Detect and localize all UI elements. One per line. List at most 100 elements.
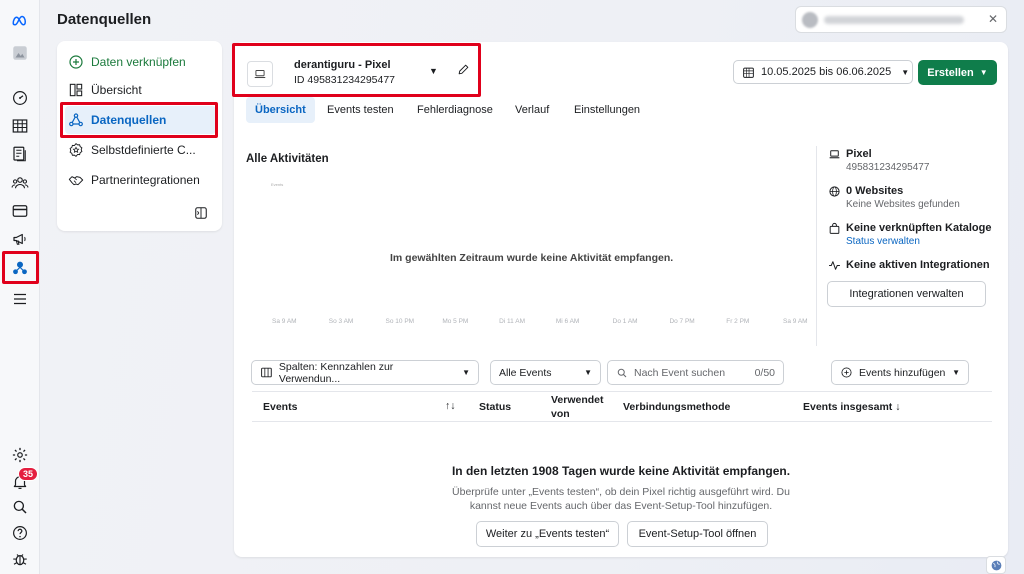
manage-status-link[interactable]: Status verwalten	[846, 236, 991, 247]
chart-x-tick: Fr 2 PM	[726, 318, 750, 325]
chart-x-tick: Sa 9 AM	[272, 318, 297, 325]
info-integrations: Keine aktiven Integrationen	[828, 259, 990, 272]
events-filter-select[interactable]: Alle Events ▼	[490, 360, 601, 385]
columns-select-label: Spalten: Kennzahlen zur Verwendun...	[278, 360, 394, 385]
add-events-button[interactable]: Events hinzufügen ▼	[831, 360, 969, 385]
account-name-redacted	[824, 16, 964, 24]
language-globe-icon[interactable]	[986, 556, 1006, 574]
search-icon	[617, 368, 627, 377]
nav-item-label: Partnerintegrationen	[91, 173, 200, 187]
plus-circle-icon	[69, 55, 83, 69]
events-filter-label: Alle Events	[499, 366, 552, 379]
menu-icon[interactable]	[8, 287, 32, 311]
chart-empty-message: Im gewählten Zeitraum wurde keine Aktivi…	[390, 252, 674, 264]
highlight-pixel-selector	[232, 43, 481, 97]
info-websites-sub: Keine Websites gefunden	[846, 199, 960, 210]
chart-x-tick: Mi 6 AM	[555, 318, 580, 325]
left-rail: 35	[0, 0, 40, 574]
chart-x-tick: So 3 AM	[328, 318, 354, 325]
bug-report-icon[interactable]	[8, 547, 32, 571]
date-range-picker[interactable]: 10.05.2025 bis 06.06.2025 ▼	[733, 60, 913, 84]
info-integrations-title: Keine aktiven Integrationen	[846, 259, 990, 271]
chevron-down-icon: ▼	[584, 368, 592, 377]
info-pixel-title: Pixel	[846, 148, 872, 160]
shopping-bag-icon	[829, 222, 840, 234]
dashboard-icon[interactable]	[8, 86, 32, 110]
chart-y-label: Events	[271, 182, 284, 187]
meta-logo-icon[interactable]	[8, 9, 32, 33]
info-websites-title: 0 Websites	[846, 185, 904, 197]
create-label: Erstellen	[927, 66, 974, 79]
tab-test-events[interactable]: Events testen	[318, 97, 403, 123]
events-table-header: Events ↑↓ Status Verwendet von Verbindun…	[252, 391, 992, 422]
laptop-icon	[829, 150, 840, 159]
empty-state-subtitle: Überprüfe unter „Events testen“, ob dein…	[452, 486, 790, 512]
pages-icon[interactable]	[8, 142, 32, 166]
event-search-input[interactable]: Nach Event suchen 0/50	[607, 360, 784, 385]
billing-card-icon[interactable]	[8, 199, 32, 223]
event-setup-tool-button[interactable]: Event-Setup-Tool öffnen	[627, 521, 768, 547]
divider	[816, 146, 817, 346]
event-search-count: 0/50	[754, 366, 775, 379]
collapse-panel-icon[interactable]	[194, 206, 208, 220]
highlight-nav-datasources	[60, 102, 218, 138]
nav-item-custom-conversions[interactable]: Selbstdefinierte C...	[65, 136, 216, 164]
highlight-rail-events-manager	[2, 251, 39, 284]
plus-circle-icon	[841, 367, 852, 378]
layout-icon	[69, 83, 83, 97]
connect-data-label: Daten verknüpfen	[91, 55, 186, 69]
chart-x-tick: Di 11 AM	[499, 318, 525, 325]
chart-x-tick: Do 1 AM	[612, 318, 638, 325]
tab-overview[interactable]: Übersicht	[246, 97, 315, 123]
search-icon[interactable]	[8, 495, 32, 519]
chevron-down-icon: ▼	[901, 67, 910, 77]
account-selector[interactable]: ✕	[795, 6, 1007, 33]
th-used-by-line2[interactable]: von	[551, 408, 570, 420]
globe-icon	[829, 186, 840, 197]
th-used-by-line1[interactable]: Verwendet	[551, 394, 604, 406]
tab-settings[interactable]: Einstellungen	[565, 97, 649, 123]
badge-star-icon	[69, 143, 83, 157]
close-icon[interactable]: ✕	[988, 12, 998, 26]
account-thumbnail-icon[interactable]	[8, 41, 32, 65]
table-icon[interactable]	[8, 114, 32, 138]
calendar-icon	[743, 67, 754, 78]
activity-title: Alle Aktivitäten	[246, 153, 329, 165]
chevron-down-icon: ▼	[979, 68, 988, 77]
event-search-placeholder: Nach Event suchen	[634, 366, 726, 379]
nav-item-label: Selbstdefinierte C...	[91, 143, 196, 157]
connect-data-link[interactable]: Daten verknüpfen	[65, 48, 216, 76]
nav-item-partner-integrations[interactable]: Partnerintegrationen	[65, 166, 216, 194]
go-to-test-events-button[interactable]: Weiter zu „Events testen“	[476, 521, 619, 547]
th-connection-method[interactable]: Verbindungsmethode	[623, 401, 730, 413]
nav-item-label: Übersicht	[91, 83, 142, 97]
chart-x-tick: Mo 5 PM	[442, 318, 469, 325]
nav-item-overview[interactable]: Übersicht	[65, 76, 216, 104]
page-title: Datenquellen	[57, 11, 152, 28]
chevron-down-icon: ▼	[462, 368, 470, 377]
chevron-down-icon: ▼	[952, 368, 960, 377]
chart-x-tick: Do 7 PM	[669, 318, 695, 325]
tab-diagnostics[interactable]: Fehlerdiagnose	[408, 97, 502, 123]
columns-select[interactable]: Spalten: Kennzahlen zur Verwendun... ▼	[251, 360, 479, 385]
info-catalogs-title: Keine verknüpften Kataloge	[846, 222, 992, 234]
settings-gear-icon[interactable]	[8, 443, 32, 467]
th-total-events[interactable]: Events insgesamt ↓	[803, 401, 900, 413]
info-pixel: Pixel 495831234295477	[828, 148, 929, 173]
th-events[interactable]: Events	[263, 401, 297, 413]
chart-x-tick: Sa 9 AM	[783, 318, 808, 325]
sort-icon[interactable]: ↑↓	[445, 400, 456, 412]
empty-state-title: In den letzten 1908 Tagen wurde keine Ak…	[451, 464, 791, 478]
activity-pulse-icon	[829, 261, 840, 270]
notifications-badge: 35	[18, 467, 39, 481]
handshake-icon	[68, 176, 84, 186]
info-websites: 0 Websites Keine Websites gefunden	[828, 185, 960, 210]
megaphone-icon[interactable]	[8, 227, 32, 251]
th-status[interactable]: Status	[479, 401, 511, 413]
create-button[interactable]: Erstellen ▼	[918, 60, 997, 85]
tab-history[interactable]: Verlauf	[506, 97, 558, 123]
manage-integrations-button[interactable]: Integrationen verwalten	[827, 281, 986, 307]
add-events-label: Events hinzufügen	[859, 366, 946, 379]
audiences-icon[interactable]	[8, 171, 32, 195]
help-icon[interactable]	[8, 521, 32, 545]
